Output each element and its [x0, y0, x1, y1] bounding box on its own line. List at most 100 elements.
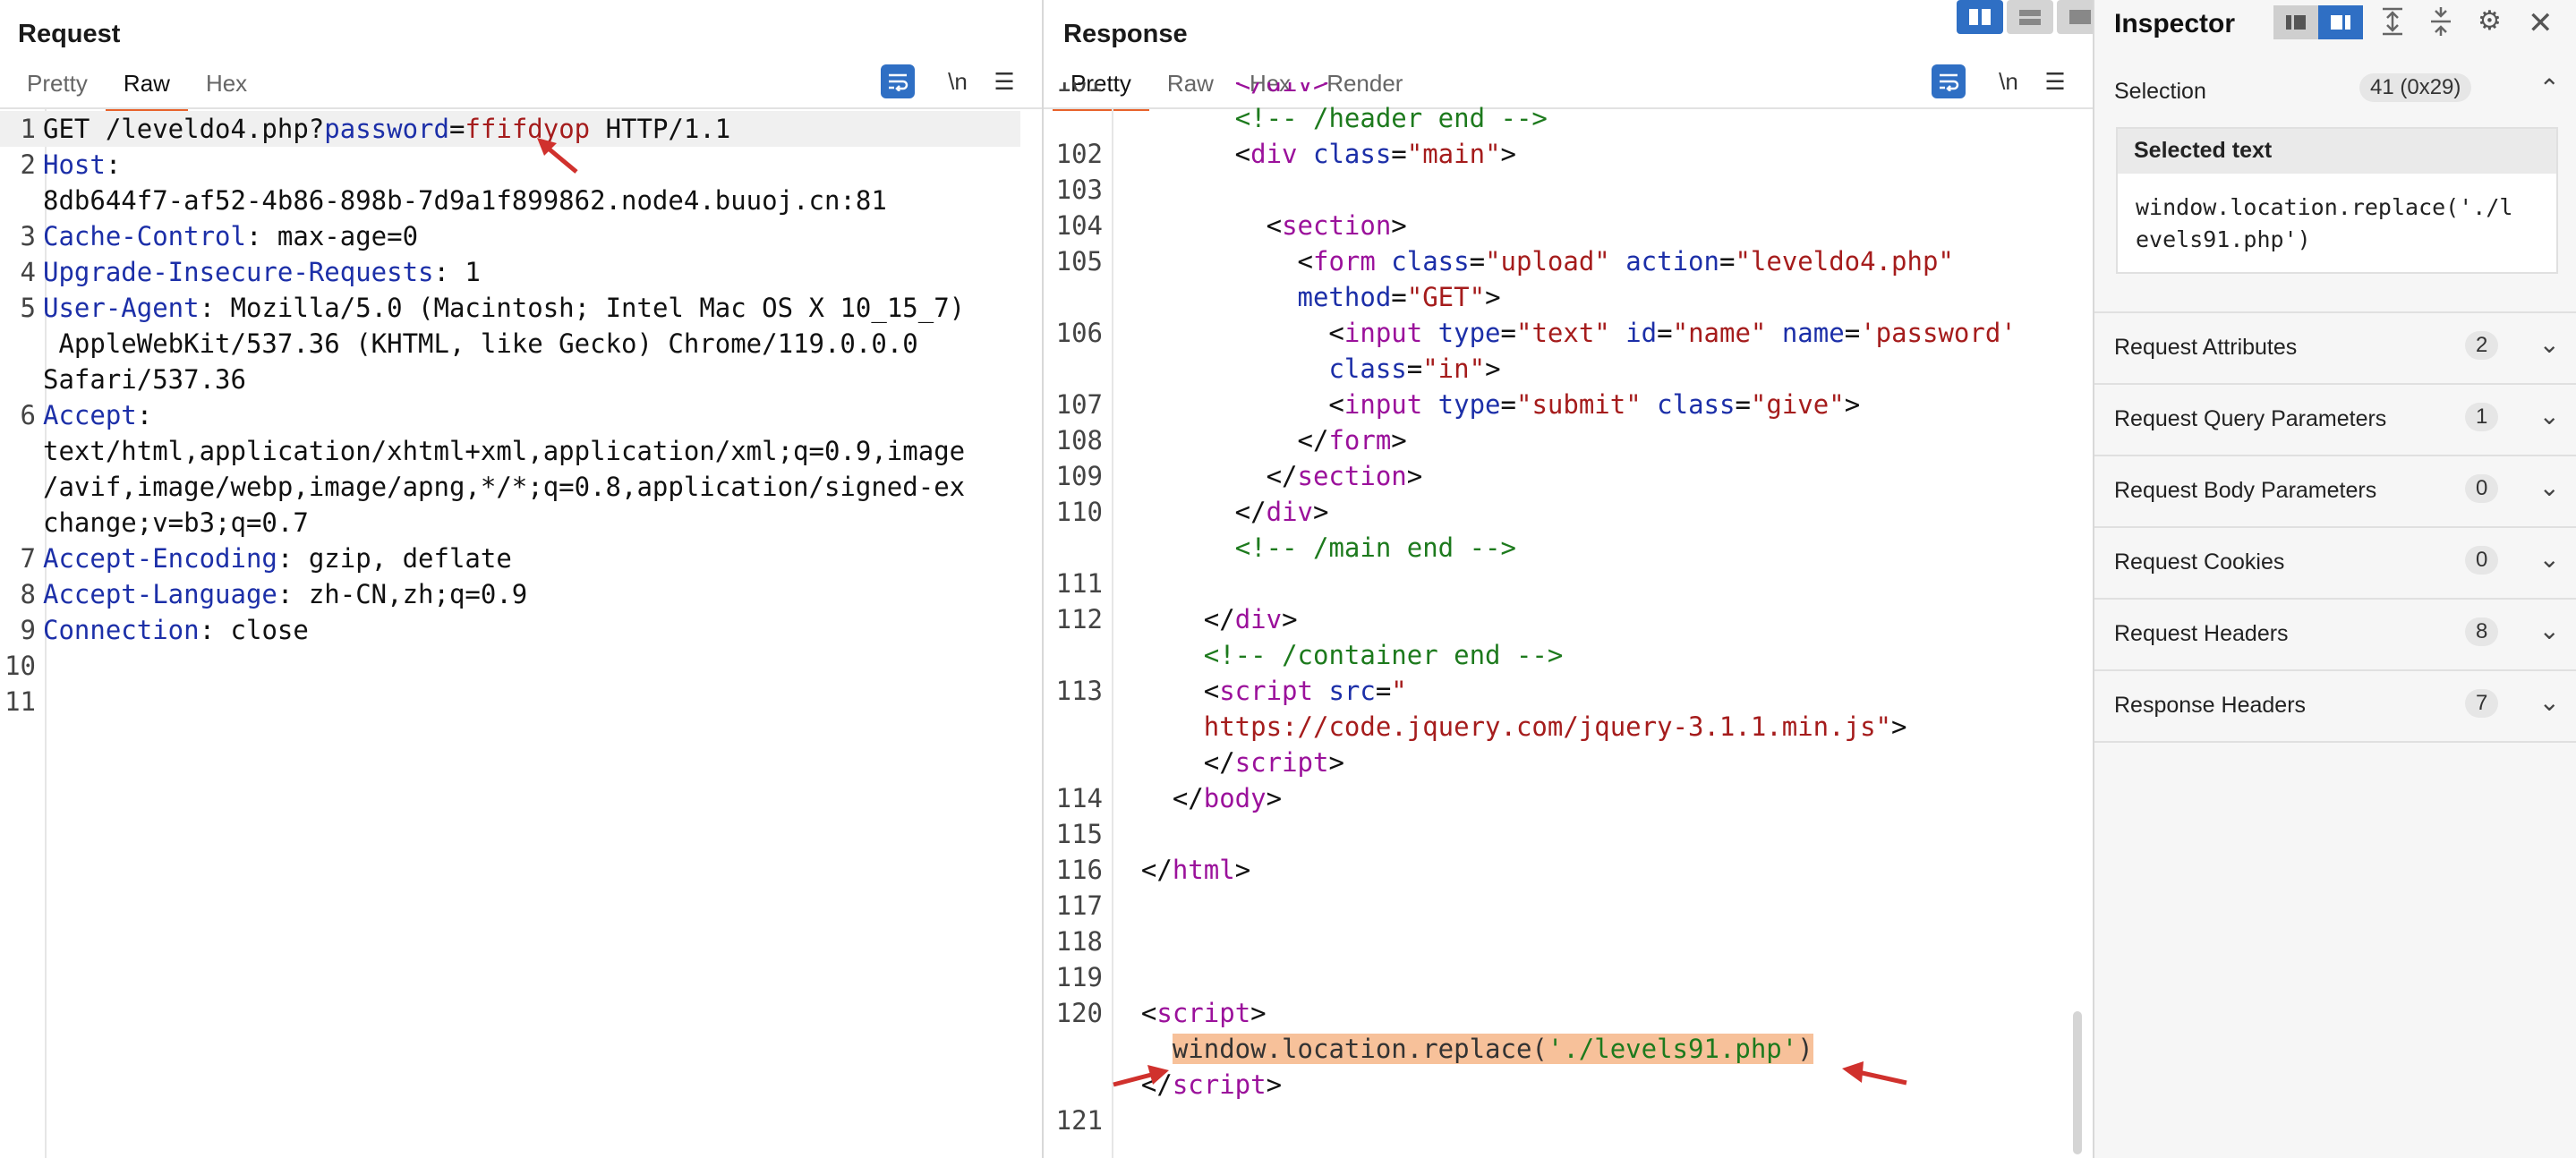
response-line: class="in"> — [1328, 353, 1501, 384]
response-line: 120 <script> — [1055, 998, 1267, 1028]
chevron-down-icon[interactable]: ⌄ — [2539, 687, 2560, 717]
annotation-arrow — [1113, 1065, 1169, 1087]
request-line: 2 Host: — [20, 149, 122, 180]
request-line: 1 GET /leveldo4.php?password=ffifdyop HT… — [0, 111, 1020, 147]
wrap-lines-icon[interactable] — [881, 64, 915, 98]
inspector-section-request-body-parameters[interactable]: Request Body Parameters 0 ⌄ — [2094, 455, 2576, 528]
chevron-down-icon[interactable]: ⌄ — [2539, 473, 2560, 502]
layout-side-by-side-icon[interactable] — [2273, 5, 2318, 39]
response-line: 105 <form class="upload" action="leveldo… — [1055, 246, 1954, 277]
expand-all-icon[interactable] — [2379, 5, 2406, 45]
annotation-arrow — [1842, 1061, 1907, 1086]
selected-text-header: Selected text — [2118, 129, 2556, 174]
response-line: 106 <input type="text" id="name" name='p… — [1055, 318, 2017, 348]
request-title: Request — [18, 20, 121, 48]
chevron-down-icon[interactable]: ⌄ — [2539, 544, 2560, 574]
request-line: change;v=b3;q=0.7 — [43, 507, 309, 538]
inspector-section-request-query-parameters[interactable]: Request Query Parameters 1 ⌄ — [2094, 383, 2576, 456]
section-count: 0 — [2465, 546, 2499, 575]
response-line: 116 </html> — [1055, 855, 1251, 885]
inspector-section-request-headers[interactable]: Request Headers 8 ⌄ — [2094, 598, 2576, 671]
section-count: 8 — [2465, 617, 2499, 646]
request-line: 10 — [4, 651, 36, 681]
response-line: https://code.jquery.com/jquery-3.1.1.min… — [1203, 711, 1907, 742]
section-label: Request Body Parameters — [2114, 478, 2377, 503]
selected-text-value[interactable]: window.location.replace('./l evels91.php… — [2136, 192, 2547, 256]
request-line-text: GET /leveldo4.php?password=ffifdyop HTTP… — [43, 114, 731, 144]
response-line: 117 — [1055, 890, 1103, 921]
menu-icon[interactable]: ☰ — [986, 64, 1022, 98]
response-pane: Response Pretty Raw Hex Render \n ☰ 101 … — [1044, 0, 2094, 1158]
line-number: 1 — [20, 114, 36, 144]
response-scrollbar[interactable] — [2073, 1011, 2082, 1154]
response-line: 118 — [1055, 926, 1103, 957]
response-line: method="GET"> — [1297, 282, 1501, 312]
response-editor[interactable]: 101 </div> <!-- /header end --> 102 <div… — [1044, 82, 2093, 1138]
response-line: 101 </div> — [1055, 82, 1329, 98]
request-tab-raw[interactable]: Raw — [105, 63, 188, 111]
selected-js-text[interactable]: window.location.replace('./levels91.php'… — [1172, 1034, 1813, 1064]
layout-stacked-icon[interactable] — [2318, 5, 2363, 39]
section-label: Response Headers — [2114, 693, 2307, 718]
gear-icon[interactable]: ⚙ — [2478, 5, 2502, 37]
selection-badge: 41 (0x29) — [2359, 73, 2472, 102]
request-pane: Request Pretty Raw Hex \n ☰ 1 GET /level… — [0, 0, 1044, 1158]
request-line: AppleWebKit/537.36 (KHTML, like Gecko) C… — [43, 328, 918, 359]
layout-toggle-group — [1957, 0, 2093, 34]
chevron-down-icon[interactable]: ⌄ — [2539, 329, 2560, 359]
response-line: 112 </div> — [1055, 604, 1298, 634]
inspector-section-response-headers[interactable]: Response Headers 7 ⌄ — [2094, 669, 2576, 743]
section-count: 0 — [2465, 474, 2499, 503]
request-line: 7 Accept-Encoding: gzip, deflate — [20, 543, 512, 574]
layout-tabs-icon[interactable] — [2057, 0, 2093, 34]
response-line: <!-- /container end --> — [1203, 640, 1564, 670]
section-count: 7 — [2465, 689, 2499, 718]
inspector-pane: Inspector ⚙ ✕ Selection 41 (0x29) ⌃ Sele… — [2094, 0, 2576, 1158]
selection-label: Selection — [2114, 79, 2206, 104]
close-icon[interactable]: ✕ — [2528, 5, 2554, 41]
request-tab-hex[interactable]: Hex — [188, 63, 265, 107]
response-line: 119 — [1055, 962, 1103, 992]
response-title: Response — [1063, 20, 1188, 48]
layout-stacked-icon[interactable] — [2007, 0, 2053, 34]
section-label: Request Headers — [2114, 621, 2289, 646]
request-tab-pretty[interactable]: Pretty — [9, 63, 106, 107]
section-count: 1 — [2465, 403, 2499, 431]
chevron-down-icon[interactable]: ⌄ — [2539, 401, 2560, 430]
response-line: </script> — [1110, 1069, 1283, 1100]
collapse-all-icon[interactable] — [2427, 5, 2454, 45]
response-line: 103 — [1055, 175, 1103, 205]
response-line: 111 — [1055, 568, 1103, 599]
section-label: Request Attributes — [2114, 335, 2298, 360]
response-line: 108 </form> — [1055, 425, 1407, 456]
chevron-down-icon[interactable]: ⌄ — [2539, 616, 2560, 645]
request-line: /avif,image/webp,image/apng,*/*;q=0.8,ap… — [43, 472, 966, 502]
inspector-section-request-cookies[interactable]: Request Cookies 0 ⌄ — [2094, 526, 2576, 600]
inspector-layout-toggle — [2273, 5, 2363, 39]
response-line: 110 </div> — [1055, 497, 1329, 527]
inspector-title: Inspector — [2114, 9, 2236, 38]
request-editor[interactable]: 1 GET /leveldo4.php?password=ffifdyop HT… — [0, 111, 1042, 719]
request-line: 8 Accept-Language: zh-CN,zh;q=0.9 — [20, 579, 528, 609]
request-line: 11 — [4, 686, 36, 717]
request-line: 4 Upgrade-Insecure-Requests: 1 — [20, 257, 481, 287]
show-newlines-toggle[interactable]: \n — [940, 64, 976, 98]
request-line: Safari/537.36 — [43, 364, 246, 395]
chevron-up-icon[interactable]: ⌃ — [2539, 73, 2560, 103]
layout-side-by-side-icon[interactable] — [1957, 0, 2003, 34]
section-label: Request Cookies — [2114, 549, 2285, 575]
request-line: 3 Cache-Control: max-age=0 — [20, 221, 419, 251]
response-line: </script> — [1110, 747, 1344, 778]
response-line: 115 — [1055, 819, 1103, 849]
request-line: 9 Connection: close — [20, 615, 309, 645]
response-line: 114 </body> — [1055, 783, 1283, 813]
response-line: 104 <section> — [1055, 210, 1407, 241]
request-line: 8db644f7-af52-4b86-898b-7d9a1f899862.nod… — [43, 185, 887, 216]
response-line: <!-- /main end --> — [1234, 532, 1516, 563]
response-line: 107 <input type="submit" class="give"> — [1055, 389, 1861, 420]
request-line: text/html,application/xhtml+xml,applicat… — [43, 436, 966, 466]
section-count: 2 — [2465, 331, 2499, 360]
response-line: 121 — [1055, 1105, 1103, 1136]
inspector-section-request-attributes[interactable]: Request Attributes 2 ⌄ — [2094, 311, 2576, 385]
response-line: <!-- /header end --> — [1234, 103, 1548, 133]
